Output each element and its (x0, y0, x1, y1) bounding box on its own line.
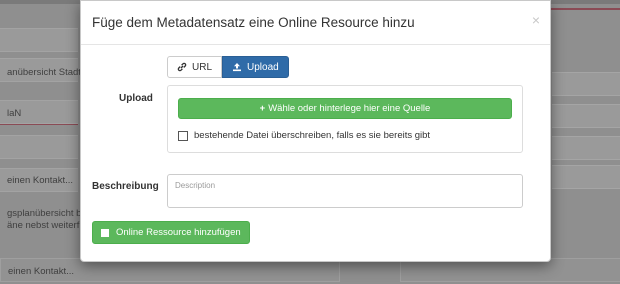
background-field (552, 136, 620, 160)
tab-url[interactable]: URL (167, 56, 223, 78)
overwrite-option: bestehende Datei überschreiben, falls es… (178, 130, 430, 141)
choose-source-label: Wähle oder hinterlege hier eine Quelle (268, 103, 431, 114)
tab-upload-label: Upload (247, 61, 279, 73)
background-field (552, 104, 620, 128)
background-field (552, 72, 620, 96)
description-input[interactable] (167, 174, 523, 208)
upload-label: Upload (119, 93, 153, 104)
background-field (0, 28, 78, 52)
modal-header: Füge dem Metadatensatz eine Online Resou… (81, 1, 550, 45)
background-row-text: einen Kontakt... (8, 266, 75, 277)
description-label: Beschreibung (92, 181, 159, 192)
background-accent-line (548, 8, 620, 10)
add-online-resource-button[interactable]: Online Ressource hinzufügen (92, 221, 250, 244)
link-icon (177, 62, 187, 72)
tab-url-label: URL (192, 61, 213, 73)
tab-upload[interactable]: Upload (222, 56, 289, 78)
background-red-line (0, 124, 78, 125)
source-type-toggle: URL Upload (167, 56, 289, 78)
plus-icon: + (259, 103, 266, 114)
close-icon[interactable]: × (532, 13, 540, 27)
choose-source-button[interactable]: + Wähle oder hinterlege hier eine Quelle (178, 98, 512, 119)
modal-title: Füge dem Metadatensatz eine Online Resou… (92, 15, 415, 30)
upload-panel: + Wähle oder hinterlege hier eine Quelle… (167, 85, 523, 153)
square-icon (101, 228, 109, 237)
online-resource-modal: Füge dem Metadatensatz eine Online Resou… (80, 0, 551, 262)
overwrite-label: bestehende Datei überschreiben, falls es… (194, 130, 431, 141)
add-online-resource-label: Online Ressource hinzufügen (116, 227, 241, 238)
background-field (0, 135, 78, 159)
upload-icon (233, 63, 242, 72)
overwrite-checkbox[interactable] (178, 130, 188, 141)
background-field (552, 165, 620, 189)
